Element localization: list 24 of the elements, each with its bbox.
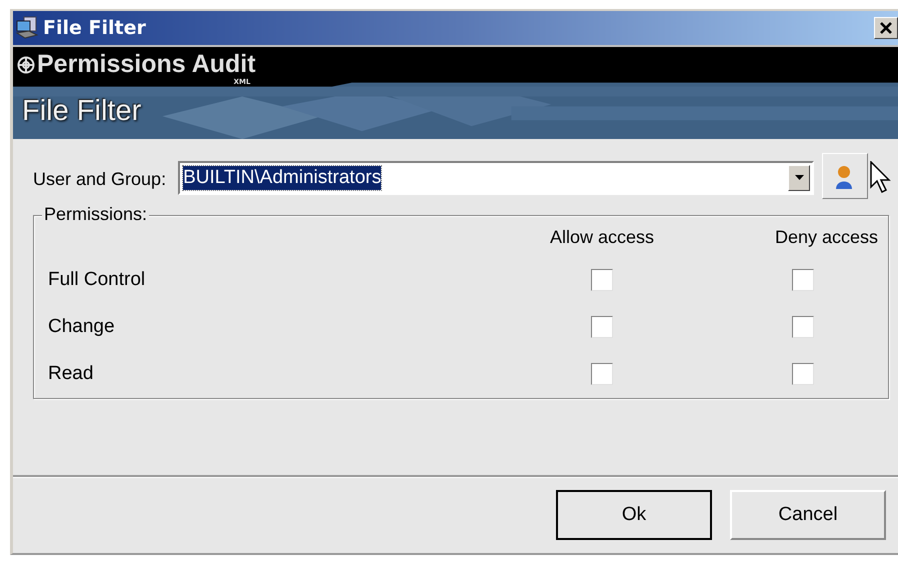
cancel-button[interactable]: Cancel <box>730 490 886 540</box>
ok-button[interactable]: Ok <box>556 490 712 540</box>
user-picker-button[interactable] <box>822 153 868 199</box>
banner-heading: File Filter <box>21 94 142 128</box>
checkbox[interactable] <box>591 268 613 290</box>
permission-label: Read <box>48 362 94 384</box>
target-icon <box>17 56 35 74</box>
checkbox[interactable] <box>591 316 613 338</box>
computer-icon <box>15 16 39 40</box>
checkbox[interactable] <box>792 268 814 290</box>
permission-label: Change <box>48 316 116 338</box>
close-button[interactable] <box>874 17 898 39</box>
user-group-dropdown[interactable]: BUILTIN\Administrators <box>178 161 814 195</box>
close-icon <box>879 21 893 35</box>
pointer-icon <box>870 161 892 195</box>
product-name: Permissions Audit <box>37 50 256 78</box>
permission-label: Full Control <box>48 268 146 290</box>
checkbox[interactable] <box>591 362 613 384</box>
column-header: Allow access <box>550 227 654 248</box>
window-title: File Filter <box>43 17 147 39</box>
checkbox[interactable] <box>792 316 814 338</box>
checkbox[interactable] <box>792 362 814 384</box>
field-label: User and Group: <box>33 168 166 190</box>
column-header: Deny access <box>774 227 878 248</box>
